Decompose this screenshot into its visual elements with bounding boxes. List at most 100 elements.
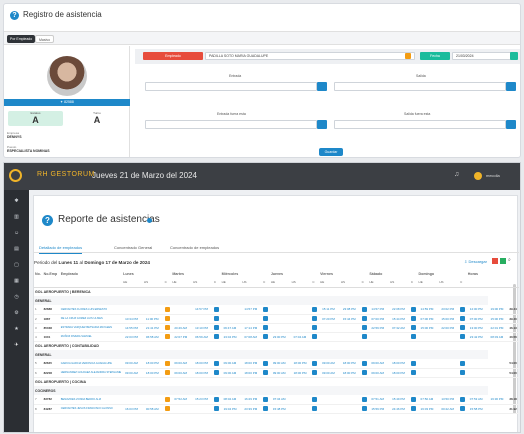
user-avatar[interactable] <box>474 172 482 180</box>
check-cell[interactable] <box>361 323 369 332</box>
check-cell[interactable] <box>361 305 369 314</box>
check-cell[interactable] <box>459 323 467 332</box>
check-cell[interactable] <box>311 314 319 323</box>
tab-masivo[interactable]: Masivo <box>35 35 55 43</box>
salida-fuera-input[interactable] <box>334 120 506 129</box>
check-cell[interactable] <box>262 332 270 341</box>
table-row[interactable]: 8 84287 CERVANTES JESUS FRANCISCO ALONSO 16… <box>34 404 519 413</box>
entrada-fuera-input[interactable] <box>145 120 317 129</box>
employee-name[interactable]: CERVANTES FLORES LUIS ERNESTO <box>60 305 122 314</box>
employee-name[interactable]: DE LA CRUZ GOMEZ LUIS ULISES <box>60 314 122 323</box>
date-input[interactable]: 21/03/2024 <box>452 52 512 60</box>
sidebar-calendar-icon[interactable]: ▦ <box>4 278 29 284</box>
check-cell[interactable] <box>410 314 418 323</box>
check-cell[interactable] <box>361 368 369 377</box>
help-icon[interactable]: ? <box>10 11 19 20</box>
check-cell[interactable] <box>262 395 270 404</box>
employee-name[interactable]: CERVANTES JESUS FRANCISCO ALONSO <box>60 404 122 413</box>
sidebar-settings-icon[interactable]: ⚙ <box>4 310 29 316</box>
check-cell[interactable] <box>311 332 319 341</box>
check-cell[interactable] <box>410 305 418 314</box>
salida-input[interactable] <box>334 82 506 91</box>
sidebar-star-icon[interactable]: ★ <box>4 326 29 332</box>
entrada-input[interactable] <box>145 82 317 91</box>
check-cell[interactable] <box>164 332 172 341</box>
employee-select[interactable]: PADILLA SOTO MARIA GUADALUPE <box>205 52 415 60</box>
clock-icon[interactable] <box>317 120 327 129</box>
check-cell[interactable] <box>164 323 172 332</box>
check-cell[interactable] <box>262 314 270 323</box>
check-cell[interactable] <box>164 314 172 323</box>
check-cell[interactable] <box>311 404 319 413</box>
check-cell[interactable] <box>361 314 369 323</box>
check-cell[interactable] <box>213 404 221 413</box>
sidebar-chart-icon[interactable]: ▥ <box>4 214 29 220</box>
check-cell[interactable] <box>361 332 369 341</box>
check-cell[interactable] <box>459 314 467 323</box>
excel-icon[interactable] <box>500 258 506 264</box>
guardar-button[interactable]: Guardar <box>319 148 343 156</box>
clock-icon[interactable] <box>317 82 327 91</box>
table-row[interactable]: 3 85038 ESTRADA VAZQUEZ BETSAIDA MAYLEEN 14… <box>34 323 519 332</box>
sidebar-doc-icon[interactable]: ▢ <box>4 262 29 268</box>
employee-name[interactable]: HERNANDEZ GOLDAEZ ALEJANDRA STEPHANIE <box>60 368 122 377</box>
check-cell[interactable] <box>459 404 467 413</box>
tab-por-empleado[interactable]: Por Empleado <box>7 35 36 43</box>
check-cell[interactable] <box>262 368 270 377</box>
clock-icon[interactable] <box>506 82 516 91</box>
sidebar-users-icon[interactable]: ☺ <box>4 230 29 236</box>
check-cell[interactable] <box>213 395 221 404</box>
tab-concentrado-empleados[interactable]: Concentrado de empleados <box>170 245 219 250</box>
check-cell[interactable] <box>164 368 172 377</box>
employee-name[interactable]: ESTRADA VAZQUEZ BETSAIDA MAYLEEN <box>60 323 122 332</box>
table-row[interactable]: 6 82208 HERNANDEZ GOLDAEZ ALEJANDRA STEPHA… <box>34 368 519 377</box>
check-cell[interactable] <box>459 368 467 377</box>
check-cell[interactable] <box>410 359 418 368</box>
check-cell[interactable] <box>311 395 319 404</box>
check-cell[interactable] <box>213 359 221 368</box>
bell-icon[interactable]: ♫ <box>454 171 459 178</box>
employee-name[interactable]: GARCIA GARCIA VERONICA GUADALUPE <box>60 359 122 368</box>
table-row[interactable]: 1 82888 CERVANTES FLORES LUIS ERNESTO 14:57… <box>34 305 519 314</box>
check-cell[interactable] <box>311 305 319 314</box>
sidebar-attendance-icon[interactable]: ✈ <box>4 342 29 348</box>
check-cell[interactable] <box>213 368 221 377</box>
check-cell[interactable] <box>459 332 467 341</box>
tab-detallado[interactable]: Detallado de empleados <box>39 245 83 254</box>
info-icon[interactable] <box>147 218 152 223</box>
check-cell[interactable] <box>410 368 418 377</box>
check-cell[interactable] <box>213 314 221 323</box>
help-icon[interactable]: ? <box>42 215 53 226</box>
table-row[interactable]: 7 83782 BENAVIDES ZONDA BEDRO ALIZ 07:52 AM… <box>34 395 519 404</box>
check-cell[interactable] <box>164 395 172 404</box>
check-cell[interactable] <box>311 359 319 368</box>
employee-name[interactable]: MUÑOZ RIVERA SAMUEL <box>60 332 122 341</box>
check-cell[interactable] <box>361 395 369 404</box>
check-cell[interactable] <box>213 305 221 314</box>
check-cell[interactable] <box>410 395 418 404</box>
clock-icon[interactable] <box>506 120 516 129</box>
table-row[interactable]: 4 1001 MUÑOZ RIVERA SAMUEL 22:03 PM 06:58 AM… <box>34 332 519 341</box>
check-cell[interactable] <box>213 332 221 341</box>
employee-name[interactable]: BENAVIDES ZONDA BEDRO ALIZ <box>60 395 122 404</box>
check-cell[interactable] <box>262 305 270 314</box>
check-cell[interactable] <box>459 305 467 314</box>
check-cell[interactable] <box>361 359 369 368</box>
check-cell[interactable] <box>311 323 319 332</box>
check-cell[interactable] <box>262 359 270 368</box>
tab-concentrado-general[interactable]: Concentrado General <box>114 245 152 250</box>
check-cell[interactable] <box>311 368 319 377</box>
check-cell[interactable] <box>262 323 270 332</box>
check-cell[interactable] <box>459 395 467 404</box>
check-cell[interactable] <box>164 359 172 368</box>
user-name[interactable]: mecolla <box>486 173 500 178</box>
download-link[interactable]: ⇩ Descargar <box>464 259 487 264</box>
search-icon[interactable]: ⌕ <box>508 257 511 263</box>
sidebar-clock-icon[interactable]: ◷ <box>4 294 29 300</box>
check-cell[interactable] <box>361 404 369 413</box>
check-cell[interactable] <box>164 404 172 413</box>
calendar-icon[interactable] <box>510 52 518 60</box>
check-cell[interactable] <box>410 404 418 413</box>
table-row[interactable]: 5 82845 GARCIA GARCIA VERONICA GUADALUPE 09… <box>34 359 519 368</box>
check-cell[interactable] <box>262 404 270 413</box>
